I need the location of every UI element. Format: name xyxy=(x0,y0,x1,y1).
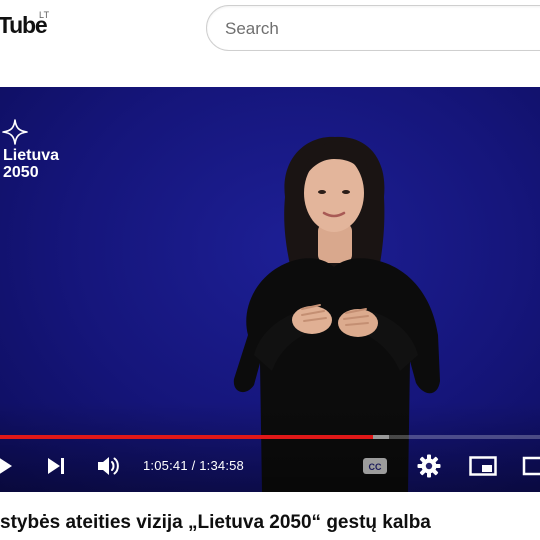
progress-played xyxy=(0,435,373,439)
video-title: stybės ateities vizija „Lietuva 2050“ ge… xyxy=(0,512,431,533)
volume-button[interactable] xyxy=(96,451,122,481)
duration: 1:34:58 xyxy=(199,458,244,473)
controls-gradient xyxy=(0,402,540,492)
volume-icon xyxy=(98,457,119,475)
masthead: Tube LT xyxy=(0,0,540,58)
settings-gear-icon xyxy=(417,454,441,478)
search-box[interactable] xyxy=(206,5,540,51)
brand-line-2: 2050 xyxy=(3,164,39,181)
play-icon xyxy=(0,458,12,474)
next-icon xyxy=(48,458,64,474)
time-display: 1:05:41 / 1:34:58 xyxy=(143,458,244,473)
search-input[interactable] xyxy=(225,18,525,40)
miniplayer-button[interactable] xyxy=(468,451,498,481)
settings-button[interactable] xyxy=(415,451,443,481)
miniplayer-icon xyxy=(469,456,497,476)
sparkle-star-icon xyxy=(2,119,28,145)
theater-icon xyxy=(522,456,540,476)
video-player[interactable]: Lietuva 2050 1:05:41 / 1:34:58 CC xyxy=(0,87,540,492)
svg-text:CC: CC xyxy=(369,462,382,472)
captions-button[interactable]: CC xyxy=(360,451,390,481)
theater-mode-button[interactable] xyxy=(520,451,540,481)
next-button[interactable] xyxy=(44,451,68,481)
current-time: 1:05:41 xyxy=(143,458,188,473)
progress-bar[interactable] xyxy=(0,435,540,439)
captions-icon: CC xyxy=(363,458,387,474)
brand-line-1: Lietuva xyxy=(3,147,60,164)
lietuva-2050-brand: Lietuva 2050 xyxy=(3,147,59,181)
region-code: LT xyxy=(39,10,50,20)
play-button[interactable] xyxy=(0,451,16,481)
